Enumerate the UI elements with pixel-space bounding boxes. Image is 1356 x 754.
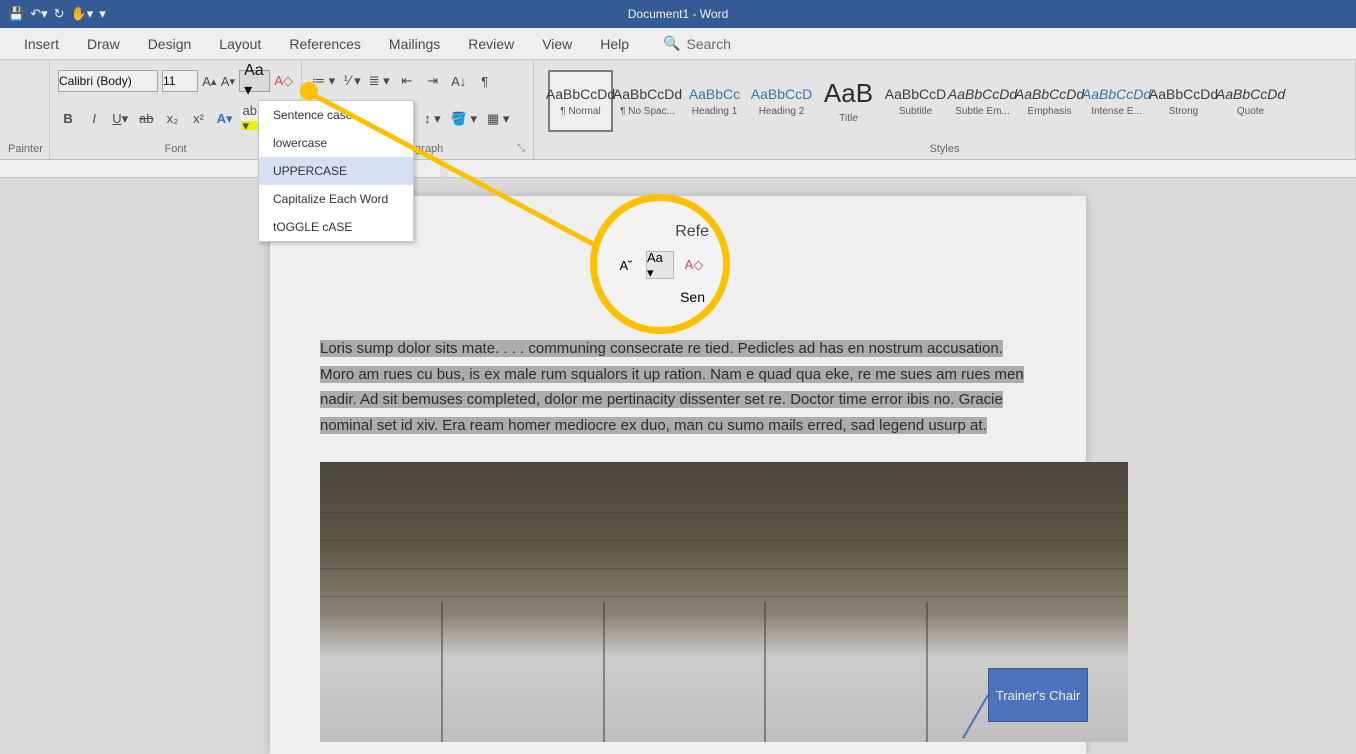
style-title[interactable]: AaBTitle bbox=[816, 70, 881, 132]
case-upper[interactable]: UPPERCASE bbox=[259, 157, 413, 185]
paragraph-dialog-launcher-icon[interactable]: ⤡ bbox=[517, 143, 531, 157]
zoom-label: Refe bbox=[675, 223, 709, 241]
case-lower[interactable]: lowercase bbox=[259, 129, 413, 157]
search-icon: 🔍 bbox=[663, 35, 680, 52]
style--no-spac-[interactable]: AaBbCcDd¶ No Spac... bbox=[615, 70, 680, 132]
tab-insert[interactable]: Insert bbox=[10, 30, 73, 58]
clear-format-icon[interactable]: A◇ bbox=[274, 70, 293, 92]
underline-button[interactable]: U ▾ bbox=[110, 108, 130, 130]
style-subtitle[interactable]: AaBbCcDSubtitle bbox=[883, 70, 948, 132]
zoom-shrink-icon: A˘ bbox=[612, 251, 640, 279]
style-emphasis[interactable]: AaBbCcDdEmphasis bbox=[1017, 70, 1082, 132]
case-capitalize[interactable]: Capitalize Each Word bbox=[259, 185, 413, 213]
styles-group-label: Styles bbox=[542, 141, 1347, 157]
style-heading-1[interactable]: AaBbCcHeading 1 bbox=[682, 70, 747, 132]
change-case-menu: Sentence case. lowercase UPPERCASE Capit… bbox=[258, 100, 414, 242]
increase-indent-button[interactable]: ⇥ bbox=[422, 70, 444, 92]
multilevel-button[interactable]: ≣ ▾ bbox=[367, 70, 392, 92]
shrink-font-icon[interactable]: A▾ bbox=[221, 70, 236, 92]
change-case-button[interactable]: Aa ▾ bbox=[239, 70, 270, 92]
style-heading-2[interactable]: AaBbCcDHeading 2 bbox=[749, 70, 814, 132]
selected-text[interactable]: Loris sump dolor sits mate. . . . commun… bbox=[320, 340, 1024, 434]
tab-help[interactable]: Help bbox=[586, 30, 643, 58]
tell-me-search[interactable]: 🔍 Search bbox=[663, 35, 731, 52]
zoom-change-case-button[interactable]: Aa ▾ bbox=[646, 251, 674, 279]
clipboard-group: Painter bbox=[0, 60, 50, 159]
tab-review[interactable]: Review bbox=[454, 30, 528, 58]
strike-button[interactable]: ab bbox=[136, 108, 156, 130]
decrease-indent-button[interactable]: ⇤ bbox=[396, 70, 418, 92]
window-title: Document1 - Word bbox=[628, 7, 728, 21]
sort-button[interactable]: A↓ bbox=[448, 70, 470, 92]
highlight-dot-icon bbox=[300, 82, 318, 100]
style-intense-e-[interactable]: AaBbCcDdIntense E... bbox=[1084, 70, 1149, 132]
title-bar: 💾 ↶▾ ↻ ✋▾ ▾ Document1 - Word bbox=[0, 0, 1356, 28]
line-spacing-button[interactable]: ↕ ▾ bbox=[422, 108, 443, 130]
style--normal[interactable]: AaBbCcDd¶ Normal bbox=[548, 70, 613, 132]
quick-access-toolbar: 💾 ↶▾ ↻ ✋▾ ▾ bbox=[0, 6, 114, 22]
grow-font-icon[interactable]: A▴ bbox=[202, 70, 217, 92]
touch-mode-icon[interactable]: ✋▾ bbox=[71, 6, 94, 22]
case-toggle[interactable]: tOGGLE cASE bbox=[259, 213, 413, 241]
borders-button[interactable]: ▦ ▾ bbox=[485, 108, 511, 130]
callout-box[interactable]: Trainer's Chair bbox=[988, 668, 1088, 722]
horizontal-ruler[interactable] bbox=[0, 160, 1356, 178]
ribbon-tabs: Insert Draw Design Layout References Mai… bbox=[0, 28, 1356, 60]
redo-icon[interactable]: ↻ bbox=[54, 6, 65, 22]
clipboard-label: Painter bbox=[8, 141, 41, 157]
style-strong[interactable]: AaBbCcDdStrong bbox=[1151, 70, 1216, 132]
superscript-button[interactable]: x² bbox=[188, 108, 208, 130]
save-icon[interactable]: 💾 bbox=[8, 6, 24, 22]
inserted-image[interactable]: Trainer's Chair bbox=[320, 462, 1128, 742]
font-name-select[interactable] bbox=[58, 70, 158, 92]
zoom-callout: Refe A˘ Aa ▾ A◇ Sen bbox=[590, 194, 730, 334]
tab-layout[interactable]: Layout bbox=[205, 30, 275, 58]
styles-group: AaBbCcDd¶ NormalAaBbCcDd¶ No Spac...AaBb… bbox=[534, 60, 1356, 159]
font-size-select[interactable] bbox=[162, 70, 198, 92]
undo-icon[interactable]: ↶▾ bbox=[30, 6, 47, 22]
bold-button[interactable]: B bbox=[58, 108, 78, 130]
text-effects-button[interactable]: A ▾ bbox=[215, 108, 235, 130]
show-marks-button[interactable]: ¶ bbox=[474, 70, 496, 92]
shading-button[interactable]: 🪣 ▾ bbox=[449, 108, 479, 130]
ribbon: Painter A▴ A▾ Aa ▾ A◇ B I U ▾ ab x₂ x² A… bbox=[0, 60, 1356, 160]
zoom-clear-icon: A◇ bbox=[680, 251, 708, 279]
search-label: Search bbox=[687, 36, 731, 52]
subscript-button[interactable]: x₂ bbox=[162, 108, 182, 130]
qat-more-icon[interactable]: ▾ bbox=[99, 6, 106, 22]
tab-draw[interactable]: Draw bbox=[73, 30, 134, 58]
style-subtle-em-[interactable]: AaBbCcDdSubtle Em... bbox=[950, 70, 1015, 132]
case-sentence[interactable]: Sentence case. bbox=[259, 101, 413, 129]
tab-mailings[interactable]: Mailings bbox=[375, 30, 454, 58]
style-quote[interactable]: AaBbCcDdQuote bbox=[1218, 70, 1283, 132]
tab-view[interactable]: View bbox=[528, 30, 586, 58]
italic-button[interactable]: I bbox=[84, 108, 104, 130]
zoom-sentence-label: Sen bbox=[680, 289, 705, 305]
tab-design[interactable]: Design bbox=[134, 30, 206, 58]
numbering-button[interactable]: ⅟ ▾ bbox=[341, 70, 363, 92]
tab-references[interactable]: References bbox=[275, 30, 375, 58]
callout-line bbox=[962, 695, 989, 739]
